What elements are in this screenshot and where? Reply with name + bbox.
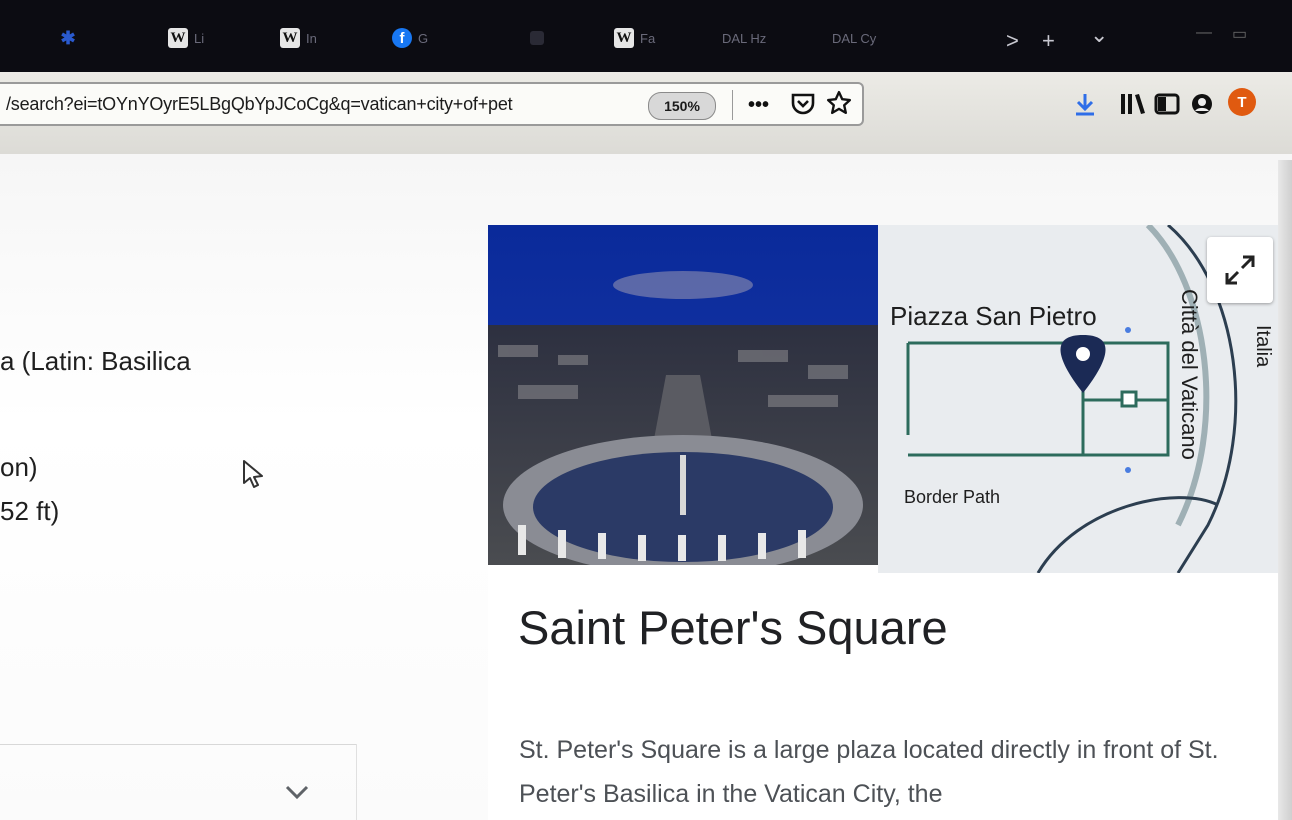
page-actions-button[interactable]: •••	[748, 94, 769, 117]
maximize-icon[interactable]: ▭	[1232, 24, 1247, 44]
map-label-piazza: Piazza San Pietro	[890, 301, 1097, 331]
tab-label: DAL Hz	[722, 30, 767, 46]
tab-facebook[interactable]: f G	[392, 26, 428, 50]
list-all-tabs-icon[interactable]: ⌄	[1090, 22, 1108, 48]
scroll-tabs-right-icon[interactable]: >	[1006, 28, 1019, 54]
tab-dal-1[interactable]: DAL Hz	[722, 26, 766, 50]
zoom-indicator[interactable]: 150%	[648, 92, 716, 120]
tab-dal-2[interactable]: DAL Cy	[832, 26, 876, 50]
wikipedia-icon: W	[614, 28, 634, 48]
sidebar-icon[interactable]	[1154, 92, 1180, 122]
minimize-icon[interactable]: —	[1196, 24, 1212, 42]
square-photo[interactable]	[488, 225, 878, 565]
url-text[interactable]: /search?ei=tOYnYOyrE5LBgQbYpJCoCg&q=vati…	[6, 94, 513, 115]
expand-icon	[1225, 255, 1255, 285]
map-label-citta: Città del Vaticano	[1177, 289, 1202, 460]
page-title: Saint Peter's Square	[518, 601, 948, 654]
wikipedia-icon: W	[168, 28, 188, 48]
globe-icon: ✱	[60, 27, 76, 48]
library-icon[interactable]	[1120, 92, 1146, 122]
download-icon[interactable]	[1074, 92, 1096, 122]
address-bar[interactable]: /search?ei=tOYnYOyrE5LBgQbYpJCoCg&q=vati…	[0, 82, 864, 126]
tab-wikipedia-1[interactable]: W Li	[168, 26, 204, 50]
chevron-down-icon[interactable]	[284, 776, 310, 807]
account-icon[interactable]	[1190, 92, 1214, 122]
scrollbar[interactable]	[1278, 160, 1292, 820]
tab-label: Fa	[640, 30, 656, 46]
tab-icon	[530, 31, 544, 45]
tab-label: G	[418, 30, 429, 46]
divider	[356, 744, 357, 820]
facebook-icon: f	[392, 28, 412, 48]
map-label-border: Border Path	[904, 487, 1001, 507]
panel-description: St. Peter's Square is a large plaza loca…	[519, 736, 1219, 808]
tab-label: DAL Cy	[832, 30, 877, 46]
left-text-line: a (Latin: Basilica	[0, 346, 191, 376]
left-text-line: on)	[0, 452, 38, 482]
divider	[732, 90, 733, 120]
tab-wikipedia-2[interactable]: W In	[280, 26, 317, 50]
tab-label: In	[306, 30, 317, 46]
wikipedia-icon: W	[280, 28, 300, 48]
tab-label: Li	[194, 30, 205, 46]
new-tab-button[interactable]: +	[1042, 28, 1055, 54]
mouse-cursor-icon	[242, 459, 266, 497]
tab-wikipedia-3[interactable]: W Fa	[614, 26, 655, 50]
avatar[interactable]: T	[1228, 88, 1256, 116]
tab-globe[interactable]: ✱	[58, 26, 78, 50]
tab-generic[interactable]	[530, 26, 544, 50]
left-text-line: 52 ft)	[0, 496, 60, 526]
tab-strip: ✱ W Li W In f G W Fa DAL Hz DAL Cy > + ⌄…	[0, 0, 1292, 72]
bookmark-star-icon[interactable]	[826, 90, 852, 123]
expand-map-button[interactable]	[1207, 237, 1273, 303]
pocket-icon[interactable]	[790, 90, 816, 123]
navigation-toolbar: /search?ei=tOYnYOyrE5LBgQbYpJCoCg&q=vati…	[0, 72, 1292, 154]
map-label-italia: Italia	[1252, 325, 1274, 368]
divider	[0, 744, 356, 745]
